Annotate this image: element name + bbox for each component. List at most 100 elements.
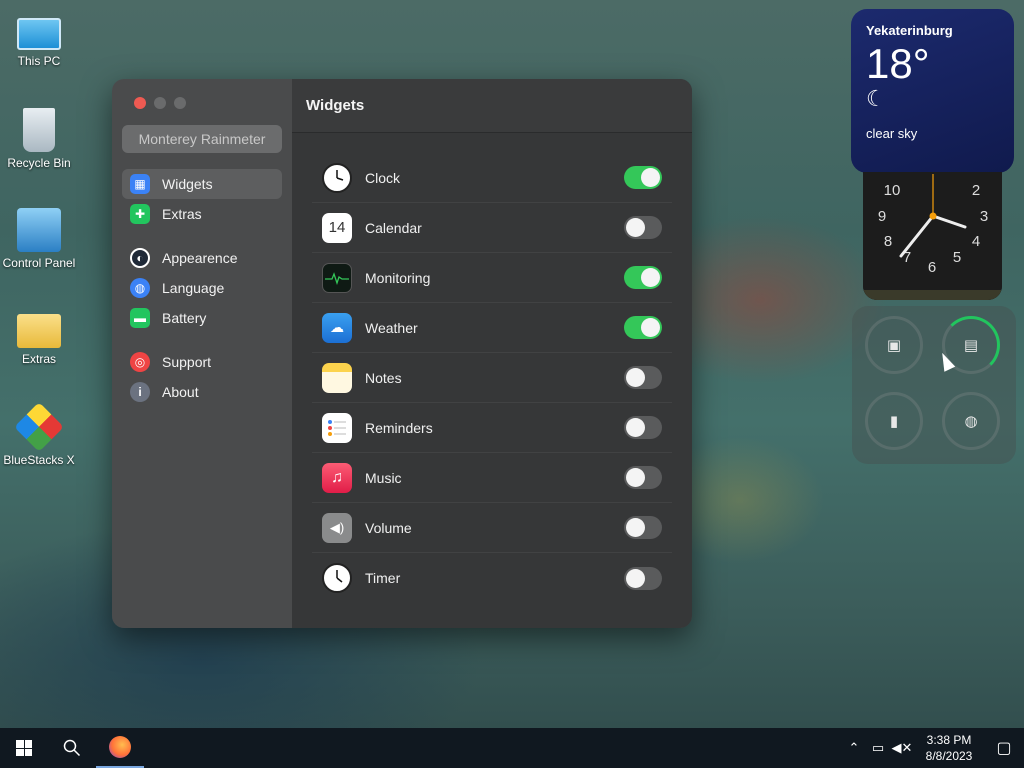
sidebar-item-about[interactable]: i About xyxy=(122,377,282,407)
settings-window: Monterey Rainmeter ▦ Widgets ✚ Extras ◐ … xyxy=(112,79,692,628)
monitoring-widget[interactable]: ▣ ▤ ▮ ◍ xyxy=(852,306,1016,464)
minimize-button[interactable] xyxy=(154,97,166,109)
desktop-icon-extras[interactable]: Extras xyxy=(0,306,78,366)
window-controls xyxy=(134,97,292,109)
sidebar-item-label: Support xyxy=(162,354,212,370)
computer-icon xyxy=(17,18,61,50)
recycle-bin-icon xyxy=(23,108,55,152)
widget-row-timer: Timer xyxy=(312,553,672,603)
analog-clock: 10 2 9 3 8 4 7 6 5 xyxy=(863,172,1002,300)
notes-icon xyxy=(322,362,352,393)
firefox-icon xyxy=(109,736,131,758)
start-button[interactable] xyxy=(0,728,48,768)
weather-widget[interactable]: Yekaterinburg 18° ☾ clear sky xyxy=(851,9,1014,173)
appearance-icon: ◐ xyxy=(130,248,150,268)
notes-toggle[interactable] xyxy=(624,366,662,389)
sidebar-item-label: About xyxy=(162,384,199,400)
close-button[interactable] xyxy=(134,97,146,109)
sidebar-item-extras[interactable]: ✚ Extras xyxy=(122,199,282,229)
disk-icon: ▮ xyxy=(889,413,899,430)
sidebar-item-support[interactable]: ◎ Support xyxy=(122,347,282,377)
info-icon: i xyxy=(130,382,150,402)
taskbar-firefox[interactable] xyxy=(96,728,144,768)
sidebar-item-label: Battery xyxy=(162,310,207,326)
sidebar-item-label: Widgets xyxy=(162,176,213,192)
globe-icon: ◍ xyxy=(130,278,150,298)
weather-city: Yekaterinburg xyxy=(866,23,953,38)
content-pane: Widgets Clock 14 Calendar Monitoring ☁ W… xyxy=(292,79,692,628)
battery-icon: ▬ xyxy=(130,308,150,328)
sidebar-item-appearance[interactable]: ◐ Appearence xyxy=(122,243,282,273)
sidebar-item-label: Appearence xyxy=(162,250,238,266)
puzzle-icon: ✚ xyxy=(130,204,150,224)
control-panel-icon xyxy=(17,208,61,252)
reminders-icon xyxy=(322,412,352,443)
widget-label: Monitoring xyxy=(365,269,431,286)
widget-row-music: ♫ Music xyxy=(312,453,672,503)
clock-widget[interactable]: 10 2 9 3 8 4 7 6 5 xyxy=(863,172,1002,300)
clock-number: 5 xyxy=(953,249,961,266)
windows-icon xyxy=(16,740,32,756)
desktop-icon-bluestacks[interactable]: BlueStacks X xyxy=(0,402,78,467)
timer-icon xyxy=(322,563,352,593)
clock-number: 10 xyxy=(884,182,901,199)
cpu-gauge: ▣ xyxy=(865,316,923,374)
widget-list: Clock 14 Calendar Monitoring ☁ Weather N… xyxy=(312,153,672,603)
clock-number: 2 xyxy=(972,182,980,199)
widget-label: Music xyxy=(365,469,402,486)
disk-gauge: ▮ xyxy=(865,392,923,450)
widget-label: Notes xyxy=(365,369,402,386)
calendar-toggle[interactable] xyxy=(624,216,662,239)
desktop-icon-label: Extras xyxy=(21,352,56,366)
search-button[interactable] xyxy=(48,728,96,768)
network-icon[interactable]: ▭ xyxy=(866,740,890,756)
desktop-icon-control-panel[interactable]: Control Panel xyxy=(0,208,78,270)
reminders-toggle[interactable] xyxy=(624,416,662,439)
calendar-icon-day: 14 xyxy=(328,219,346,236)
widget-row-clock: Clock xyxy=(312,153,672,203)
monitoring-toggle[interactable] xyxy=(624,266,662,289)
folder-icon xyxy=(17,314,61,348)
desktop-icon-label: This PC xyxy=(17,54,61,68)
desktop-icon-label: Recycle Bin xyxy=(7,156,71,170)
sidebar-group-settings: ◐ Appearence ◍ Language ▬ Battery xyxy=(112,243,292,333)
widget-row-weather: ☁ Weather xyxy=(312,303,672,353)
widget-row-reminders: Reminders xyxy=(312,403,672,453)
music-icon: ♫ xyxy=(322,462,352,493)
widget-label: Clock xyxy=(365,169,401,186)
clock-icon xyxy=(322,162,352,193)
desktop-icon-this-pc[interactable]: This PC xyxy=(0,10,78,68)
maximize-button[interactable] xyxy=(174,97,186,109)
desktop-icon-recycle-bin[interactable]: Recycle Bin xyxy=(0,108,78,170)
timer-toggle[interactable] xyxy=(624,566,662,590)
volume-toggle[interactable] xyxy=(624,516,662,539)
volume-muted-icon[interactable]: ◀✕ xyxy=(890,740,914,756)
desktop-icon-label: Control Panel xyxy=(2,256,76,270)
memory-icon: ▤ xyxy=(963,337,979,354)
sidebar-item-label: Language xyxy=(162,280,225,296)
taskbar: ⌃ ▭ ◀✕ 3:38 PM 8/8/2023 ▢ xyxy=(0,728,1024,768)
network-gauge: ◍ xyxy=(942,392,1000,450)
taskbar-date: 8/8/2023 xyxy=(925,749,973,763)
lifebuoy-icon: ◎ xyxy=(130,352,150,372)
widget-row-notes: Notes xyxy=(312,353,672,403)
globe-icon: ◍ xyxy=(964,413,978,430)
activity-monitor-icon xyxy=(322,262,352,293)
speaker-icon: ◀) xyxy=(322,512,352,543)
music-toggle[interactable] xyxy=(624,466,662,489)
sidebar-group-help: ◎ Support i About xyxy=(112,347,292,407)
widgets-icon: ▦ xyxy=(130,174,150,194)
sidebar-item-language[interactable]: ◍ Language xyxy=(122,273,282,303)
cpu-icon: ▣ xyxy=(886,337,902,354)
clock-toggle[interactable] xyxy=(624,166,662,189)
widget-label: Calendar xyxy=(365,219,422,236)
weather-toggle[interactable] xyxy=(624,316,662,339)
sidebar-item-label: Extras xyxy=(162,206,202,222)
notification-icon[interactable]: ▢ xyxy=(984,738,1024,758)
chevron-up-icon[interactable]: ⌃ xyxy=(842,740,866,756)
taskbar-clock[interactable]: 3:38 PM 8/8/2023 xyxy=(914,732,984,764)
sidebar-item-widgets[interactable]: ▦ Widgets xyxy=(122,169,282,199)
widget-label: Volume xyxy=(365,519,412,536)
sidebar-item-battery[interactable]: ▬ Battery xyxy=(122,303,282,333)
taskbar-time: 3:38 PM xyxy=(926,733,972,747)
